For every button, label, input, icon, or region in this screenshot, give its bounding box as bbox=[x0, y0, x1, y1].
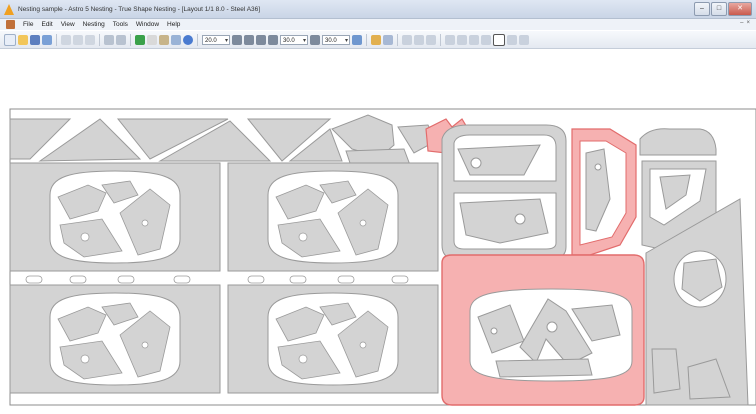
rotate-icon[interactable] bbox=[232, 34, 242, 45]
align-icon[interactable] bbox=[310, 34, 320, 45]
frame-part bbox=[441, 124, 567, 260]
copy-icon[interactable] bbox=[73, 34, 83, 45]
right-parts bbox=[639, 128, 749, 406]
plate-top-left bbox=[9, 162, 221, 272]
info-icon[interactable] bbox=[183, 34, 193, 45]
part-icon[interactable] bbox=[171, 34, 181, 45]
menu-tools[interactable]: Tools bbox=[109, 21, 132, 28]
refresh-icon[interactable] bbox=[519, 34, 529, 45]
menu-edit[interactable]: Edit bbox=[37, 21, 56, 28]
toolbar-separator bbox=[440, 33, 441, 46]
toolbar-separator bbox=[56, 33, 57, 46]
mdi-close-button[interactable]: × bbox=[746, 20, 750, 26]
plate-gap-tabs bbox=[25, 275, 409, 284]
zoom-icon[interactable] bbox=[445, 34, 455, 45]
mdi-controls: – × bbox=[740, 20, 750, 26]
measure-icon[interactable] bbox=[426, 34, 436, 45]
step-combo[interactable]: 30.0 bbox=[322, 34, 350, 46]
pointer-icon[interactable] bbox=[402, 34, 412, 45]
print-icon[interactable] bbox=[383, 34, 393, 45]
menu-window[interactable]: Window bbox=[132, 21, 163, 28]
plate-bottom-left bbox=[9, 284, 221, 394]
layout-icon[interactable] bbox=[352, 34, 362, 45]
mdi-minimize-button[interactable]: – bbox=[740, 20, 743, 26]
close-button[interactable]: ✕ bbox=[728, 2, 752, 16]
menu-nesting[interactable]: Nesting bbox=[79, 21, 109, 28]
report-icon[interactable] bbox=[371, 34, 381, 45]
open-folder-icon[interactable] bbox=[18, 34, 28, 45]
maximize-button[interactable]: □ bbox=[711, 2, 727, 16]
move-left-icon[interactable] bbox=[268, 34, 278, 45]
window-controls: – □ ✕ bbox=[694, 2, 752, 16]
mirror-icon[interactable] bbox=[244, 34, 254, 45]
toolbar: 20.0 30.0 30.0 bbox=[0, 31, 756, 49]
select-icon[interactable] bbox=[507, 34, 517, 45]
stop-icon[interactable] bbox=[147, 34, 157, 45]
window-title: Nesting sample - Astro 5 Nesting - True … bbox=[18, 5, 261, 13]
menu-bar: File Edit View Nesting Tools Window Help… bbox=[0, 19, 756, 30]
plate-top-right bbox=[227, 162, 439, 272]
sheet-icon[interactable] bbox=[159, 34, 169, 45]
cut-icon[interactable] bbox=[61, 34, 71, 45]
menu-file[interactable]: File bbox=[19, 21, 37, 28]
zoom-in-icon[interactable] bbox=[457, 34, 467, 45]
plate-bottom-right bbox=[227, 284, 439, 394]
toolbar-separator bbox=[366, 33, 367, 46]
paste-icon[interactable] bbox=[85, 34, 95, 45]
selected-part-plate bbox=[441, 254, 645, 406]
spacing-combo[interactable]: 20.0 bbox=[202, 34, 230, 46]
move-right-icon[interactable] bbox=[256, 34, 266, 45]
nesting-layout[interactable] bbox=[0, 49, 756, 414]
save-icon[interactable] bbox=[30, 34, 40, 45]
menu-help[interactable]: Help bbox=[163, 21, 184, 28]
run-nesting-icon[interactable] bbox=[135, 34, 145, 45]
toolbar-separator bbox=[130, 33, 131, 46]
app-logo-icon bbox=[4, 3, 15, 15]
minimize-button[interactable]: – bbox=[694, 2, 710, 16]
toolbar-separator bbox=[99, 33, 100, 46]
toolbar-separator bbox=[397, 33, 398, 46]
selected-part-frame bbox=[571, 128, 637, 256]
zoom-all-icon[interactable] bbox=[481, 34, 491, 45]
triangle-parts-strip bbox=[9, 118, 343, 162]
menu-view[interactable]: View bbox=[57, 21, 79, 28]
undo-icon[interactable] bbox=[104, 34, 114, 45]
angle-combo[interactable]: 30.0 bbox=[280, 34, 308, 46]
toolbar-separator bbox=[197, 33, 198, 46]
zoom-out-icon[interactable] bbox=[469, 34, 479, 45]
nesting-canvas[interactable] bbox=[0, 49, 756, 414]
document-icon[interactable] bbox=[6, 20, 15, 29]
title-bar: Nesting sample - Astro 5 Nesting - True … bbox=[0, 0, 756, 19]
zoom-window-icon[interactable] bbox=[493, 33, 505, 46]
pan-icon[interactable] bbox=[414, 34, 424, 45]
redo-icon[interactable] bbox=[116, 34, 126, 45]
save-as-icon[interactable] bbox=[42, 34, 52, 45]
new-file-icon[interactable] bbox=[4, 33, 16, 46]
